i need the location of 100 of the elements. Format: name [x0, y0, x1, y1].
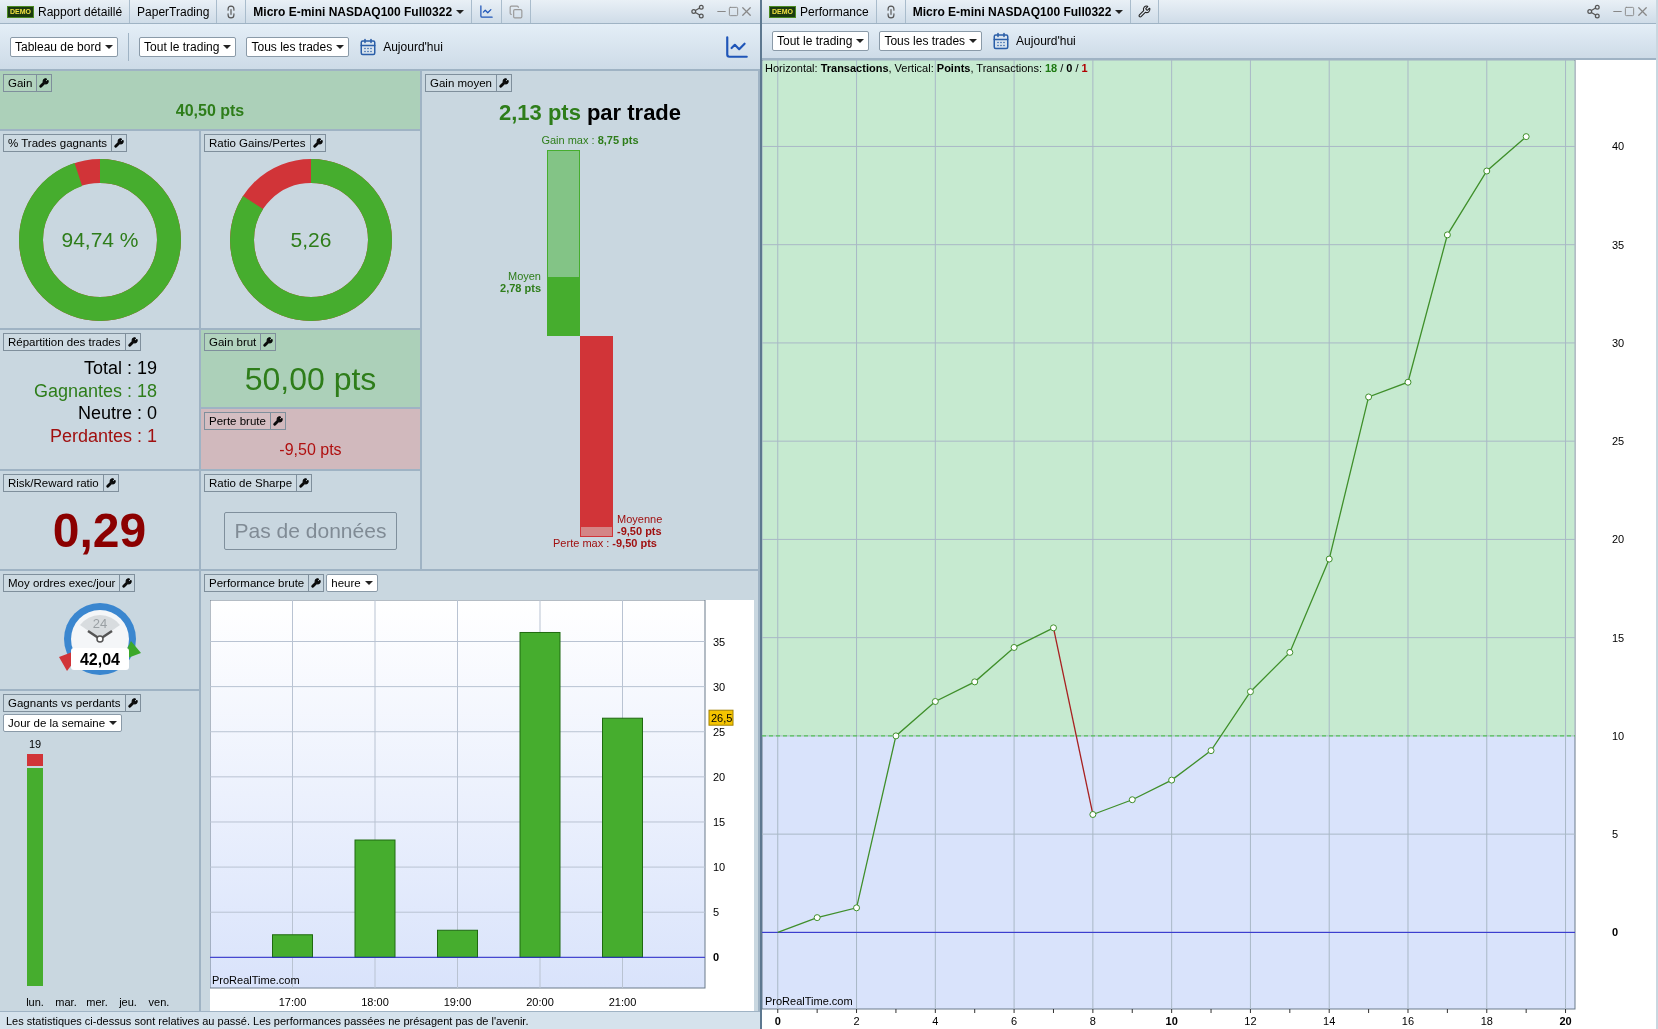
axis-label: 10: [1612, 729, 1625, 742]
settings-button[interactable]: [111, 134, 128, 152]
axis-label: 19:00: [443, 996, 472, 1008]
dropdown[interactable]: Tout le trading: [772, 31, 870, 51]
transaction-count: 18: [1044, 62, 1058, 74]
caret-icon: [1115, 9, 1124, 14]
data-point: [813, 914, 821, 922]
breakdown-line: Gagnantes : 18: [32, 379, 158, 402]
dropdown[interactable]: Tous les trades: [879, 31, 983, 51]
close-icon[interactable]: [739, 4, 754, 19]
axis-label: mer.: [86, 996, 108, 1008]
settings-button[interactable]: [124, 694, 141, 712]
axis-label: 30: [713, 680, 726, 693]
settings-button[interactable]: [36, 74, 53, 92]
axis-label: 15: [1612, 631, 1625, 644]
data-point: [1404, 378, 1412, 386]
caret-icon: [336, 44, 345, 49]
caret-icon: [364, 581, 373, 585]
axis-label: 10: [713, 861, 726, 874]
share-icon[interactable]: [690, 4, 705, 19]
calendar-icon: [359, 37, 378, 56]
chart-icon[interactable]: [479, 4, 495, 19]
axis-label: 5: [713, 906, 720, 919]
panel-title: Répartition des trades: [3, 333, 126, 351]
bar-total: 19: [28, 738, 42, 750]
breakdown-line: Total : 19: [82, 357, 158, 380]
panel-title: Perte brute: [204, 412, 271, 430]
period-dropdown[interactable]: heure: [326, 574, 378, 592]
settings-button[interactable]: [119, 574, 136, 592]
panel-title: Risk/Reward ratio: [3, 474, 104, 492]
dropdown[interactable]: Tableau de bord: [10, 36, 119, 57]
average-value: 2,78 pts: [500, 282, 541, 294]
window-title: Performance: [800, 4, 869, 19]
average-label: Moyen: [507, 270, 541, 282]
data-point: [1325, 555, 1333, 563]
transaction-count: 0: [1066, 62, 1073, 74]
bar: [437, 929, 478, 958]
caret-icon: [109, 721, 118, 725]
axis-label: 10: [1165, 1015, 1178, 1027]
panel-title: Gagnants vs perdants: [3, 694, 126, 712]
gross-gain-value: 50,00 pts: [244, 360, 377, 398]
settings-button[interactable]: [260, 333, 277, 351]
data-point: [1128, 796, 1136, 804]
panel-title: Performance brute: [204, 574, 310, 592]
axis-label: 5: [1612, 828, 1619, 841]
settings-button[interactable]: [309, 134, 326, 152]
settings-button[interactable]: [308, 574, 325, 592]
axis-label: 20: [713, 770, 726, 783]
panel-title: % Trades gagnants: [3, 134, 113, 152]
data-point: [1168, 776, 1176, 784]
gain-value: 40,50 pts: [175, 101, 245, 120]
data-point: [1010, 644, 1018, 651]
dropdown[interactable]: Tous les trades: [246, 36, 350, 57]
axis-label: 30: [1612, 336, 1625, 349]
donut-reading: 94,74 %: [60, 228, 139, 251]
instrument-selector[interactable]: Micro E-mini NASDAQ100 Full0322: [253, 4, 465, 19]
axis-label: 20:00: [526, 996, 554, 1008]
calendar-icon: [992, 32, 1011, 50]
max-loss-label: Perte max : -9,50 pts: [553, 537, 657, 549]
settings-button[interactable]: [496, 74, 512, 92]
period-dropdown[interactable]: Jour de la semaine: [3, 714, 123, 732]
instrument-selector[interactable]: Micro E-mini NASDAQ100 Full0322: [912, 4, 1124, 19]
data-point: [1207, 747, 1215, 755]
share-icon[interactable]: [1586, 4, 1601, 19]
window-tab[interactable]: Rapport détaillé: [38, 4, 123, 19]
data-point: [1443, 231, 1451, 239]
settings-button[interactable]: [296, 474, 313, 492]
settings-button[interactable]: [269, 412, 286, 430]
date-button[interactable]: Aujourd'hui: [359, 37, 443, 56]
axis-label: mar.: [55, 996, 77, 1008]
settings-button[interactable]: [124, 333, 141, 351]
axis-label: lun.: [26, 996, 44, 1008]
caret-icon: [856, 39, 865, 43]
panel-title: Moy ordres exec/jour: [3, 574, 121, 592]
breakdown-line: Perdantes : 1: [48, 424, 158, 447]
caret-icon: [969, 39, 978, 43]
axis-label: 18: [1480, 1015, 1493, 1027]
axis-label: 21:00: [608, 996, 637, 1008]
dropdown[interactable]: Tout le trading: [139, 36, 237, 57]
watermark-text: ProRealTime.com: [765, 995, 853, 1007]
window-tab[interactable]: PaperTrading: [137, 4, 210, 19]
settings-icon[interactable]: [1138, 5, 1152, 18]
axis-label: 20: [1559, 1015, 1572, 1027]
risk-reward-value: 0,29: [52, 503, 147, 558]
axis-label: 8: [1089, 1015, 1096, 1027]
average-loss-value: -9,50 pts: [617, 525, 663, 537]
axis-label: 4: [932, 1015, 939, 1027]
caret-icon: [105, 44, 114, 49]
settings-button[interactable]: [102, 474, 119, 492]
axis-label: 40: [1612, 140, 1625, 153]
date-button[interactable]: Aujourd'hui: [992, 32, 1076, 50]
average-gain-value: 2,13 pts: [498, 100, 581, 126]
axis-label: 14: [1323, 1015, 1336, 1027]
axis-label: 15: [713, 815, 726, 828]
axis-label: 25: [1612, 435, 1625, 448]
chart-legend: Horizontal: Transactions, Vertical: Points, Transactions:: [765, 62, 1042, 74]
count-separator: /: [1075, 62, 1079, 74]
axis-label: ven.: [148, 996, 170, 1008]
close-icon[interactable]: [1635, 4, 1650, 19]
axis-label: 2: [853, 1015, 860, 1027]
